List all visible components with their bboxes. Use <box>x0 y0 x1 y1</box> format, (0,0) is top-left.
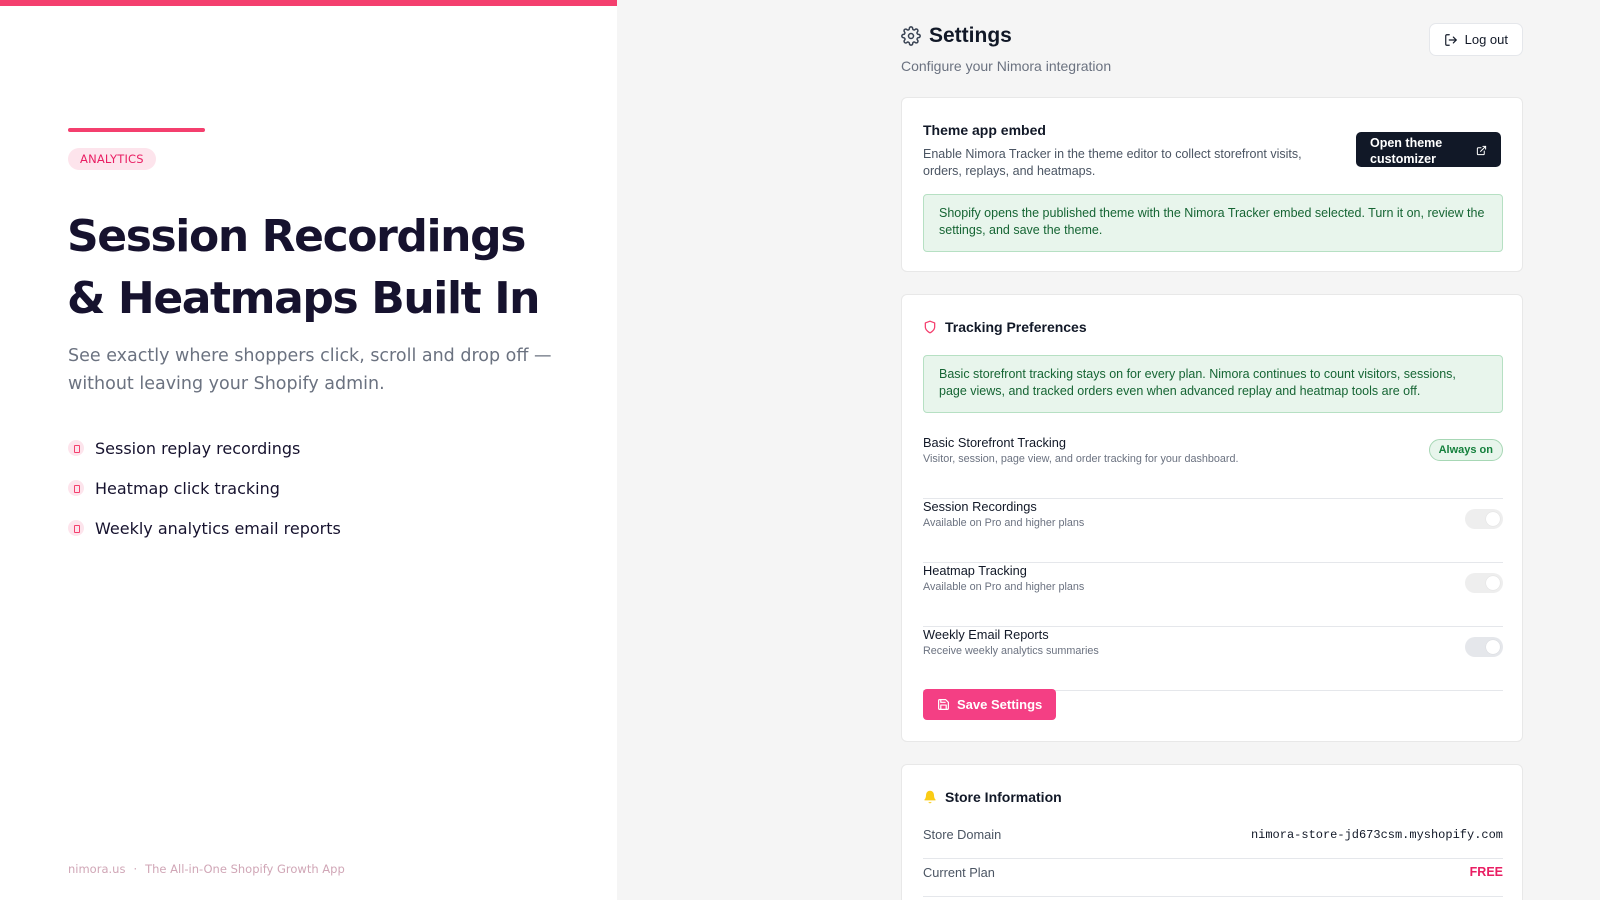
session-recordings-name: Session Recordings <box>923 499 1037 514</box>
feature-item: Heatmap click tracking <box>68 468 341 508</box>
store-section-title: Store Information <box>945 789 1062 805</box>
feature-item: Weekly analytics email reports <box>68 508 341 548</box>
top-accent-bar <box>0 0 617 6</box>
logout-label: Log out <box>1464 32 1508 47</box>
footer-site: nimora.us <box>68 862 126 876</box>
page-header: Settings <box>901 24 1012 48</box>
theme-embed-description: Enable Nimora Tracker in the theme edito… <box>923 147 1302 178</box>
feature-label: Weekly analytics email reports <box>95 518 341 538</box>
basic-tracking-row: Basic Storefront Tracking Visitor, sessi… <box>923 435 1503 499</box>
hero-subtitle: See exactly where shoppers click, scroll… <box>68 346 552 394</box>
heatmap-tracking-name: Heatmap Tracking <box>923 563 1027 578</box>
page-subtitle: Configure your Nimora integration <box>901 58 1112 74</box>
store-domain-row: Store Domain nimora-store-jd673csm.mysho… <box>923 821 1503 859</box>
kicker-underline <box>68 128 205 132</box>
weekly-email-reports-name: Weekly Email Reports <box>923 627 1049 642</box>
feature-bullet-icon <box>68 440 84 456</box>
hero-title-line2: & Heatmaps Built In <box>67 273 541 324</box>
footer-separator: · <box>133 862 138 876</box>
feature-item: Session replay recordings <box>68 428 341 468</box>
heatmap-tracking-description: Available on Pro and higher plans <box>923 581 1085 593</box>
session-recordings-toggle[interactable] <box>1465 509 1503 529</box>
heatmap-tracking-toggle[interactable] <box>1465 573 1503 593</box>
bell-icon <box>924 790 936 804</box>
current-plan-value: FREE <box>1469 865 1503 879</box>
feature-bullet-icon <box>68 520 84 536</box>
store-domain-value: nimora-store-jd673csm.myshopify.com <box>1250 828 1503 842</box>
settings-page: Settings Configure your Nimora integrati… <box>901 0 1523 900</box>
always-on-badge: Always on <box>1428 439 1503 461</box>
store-domain-label: Store Domain <box>923 827 1002 842</box>
footer-tagline: The All-in-One Shopify Growth App <box>145 862 345 876</box>
save-icon <box>938 699 949 710</box>
current-plan-row: Current Plan FREE <box>923 859 1503 897</box>
save-settings-label: Save Settings <box>957 697 1043 712</box>
save-settings-button[interactable]: Save Settings <box>923 689 1057 720</box>
store-information-card: Store Information Store Domain nimora-st… <box>901 764 1523 900</box>
heatmap-tracking-row: Heatmap Tracking Available on Pro and hi… <box>923 563 1503 627</box>
marketing-panel: ANALYTICS Session Recordings & Heatmaps … <box>0 0 617 900</box>
category-badge: ANALYTICS <box>68 148 156 170</box>
basic-tracking-name: Basic Storefront Tracking <box>923 435 1066 450</box>
page-title: Settings <box>929 24 1012 47</box>
external-link-icon <box>1476 145 1487 156</box>
footer: nimora.us · The All-in-One Shopify Growt… <box>68 862 345 876</box>
theme-embed-title: Theme app embed <box>923 122 1046 138</box>
theme-embed-card: Theme app embed Enable Nimora Tracker in… <box>901 97 1523 272</box>
basic-tracking-description: Visitor, session, page view, and order t… <box>923 453 1239 465</box>
store-section-header: Store Information <box>923 789 1062 805</box>
app-screenshot-panel: Settings Configure your Nimora integrati… <box>617 0 1600 900</box>
session-recordings-description: Available on Pro and higher plans <box>923 517 1085 529</box>
current-plan-label: Current Plan <box>923 865 995 880</box>
feature-list: Session replay recordings Heatmap click … <box>68 428 341 548</box>
logout-icon <box>1444 33 1457 46</box>
hero-title-line1: Session Recordings <box>67 211 526 262</box>
gear-icon <box>901 26 921 46</box>
feature-label: Session replay recordings <box>95 438 301 458</box>
weekly-email-reports-row: Weekly Email Reports Receive weekly anal… <box>923 627 1503 691</box>
hero-title: Session Recordings & Heatmaps Built In <box>67 206 607 330</box>
tracking-section-header: Tracking Preferences <box>923 319 1087 335</box>
logout-button[interactable]: Log out <box>1428 23 1523 56</box>
tracking-section-title: Tracking Preferences <box>945 319 1087 335</box>
open-theme-customizer-label: Open theme customizer <box>1370 135 1443 166</box>
feature-label: Heatmap click tracking <box>95 478 280 498</box>
feature-bullet-icon <box>68 480 84 496</box>
shield-icon <box>924 320 936 334</box>
open-theme-customizer-button[interactable]: Open theme customizer <box>1356 132 1501 167</box>
tracking-preferences-card: Tracking Preferences Basic storefront tr… <box>901 294 1523 742</box>
weekly-email-reports-description: Receive weekly analytics summaries <box>923 645 1099 657</box>
theme-embed-notice: Shopify opens the published theme with t… <box>923 194 1503 252</box>
tracking-notice: Basic storefront tracking stays on for e… <box>923 355 1503 413</box>
session-recordings-row: Session Recordings Available on Pro and … <box>923 499 1503 563</box>
weekly-email-reports-toggle[interactable] <box>1465 637 1503 657</box>
